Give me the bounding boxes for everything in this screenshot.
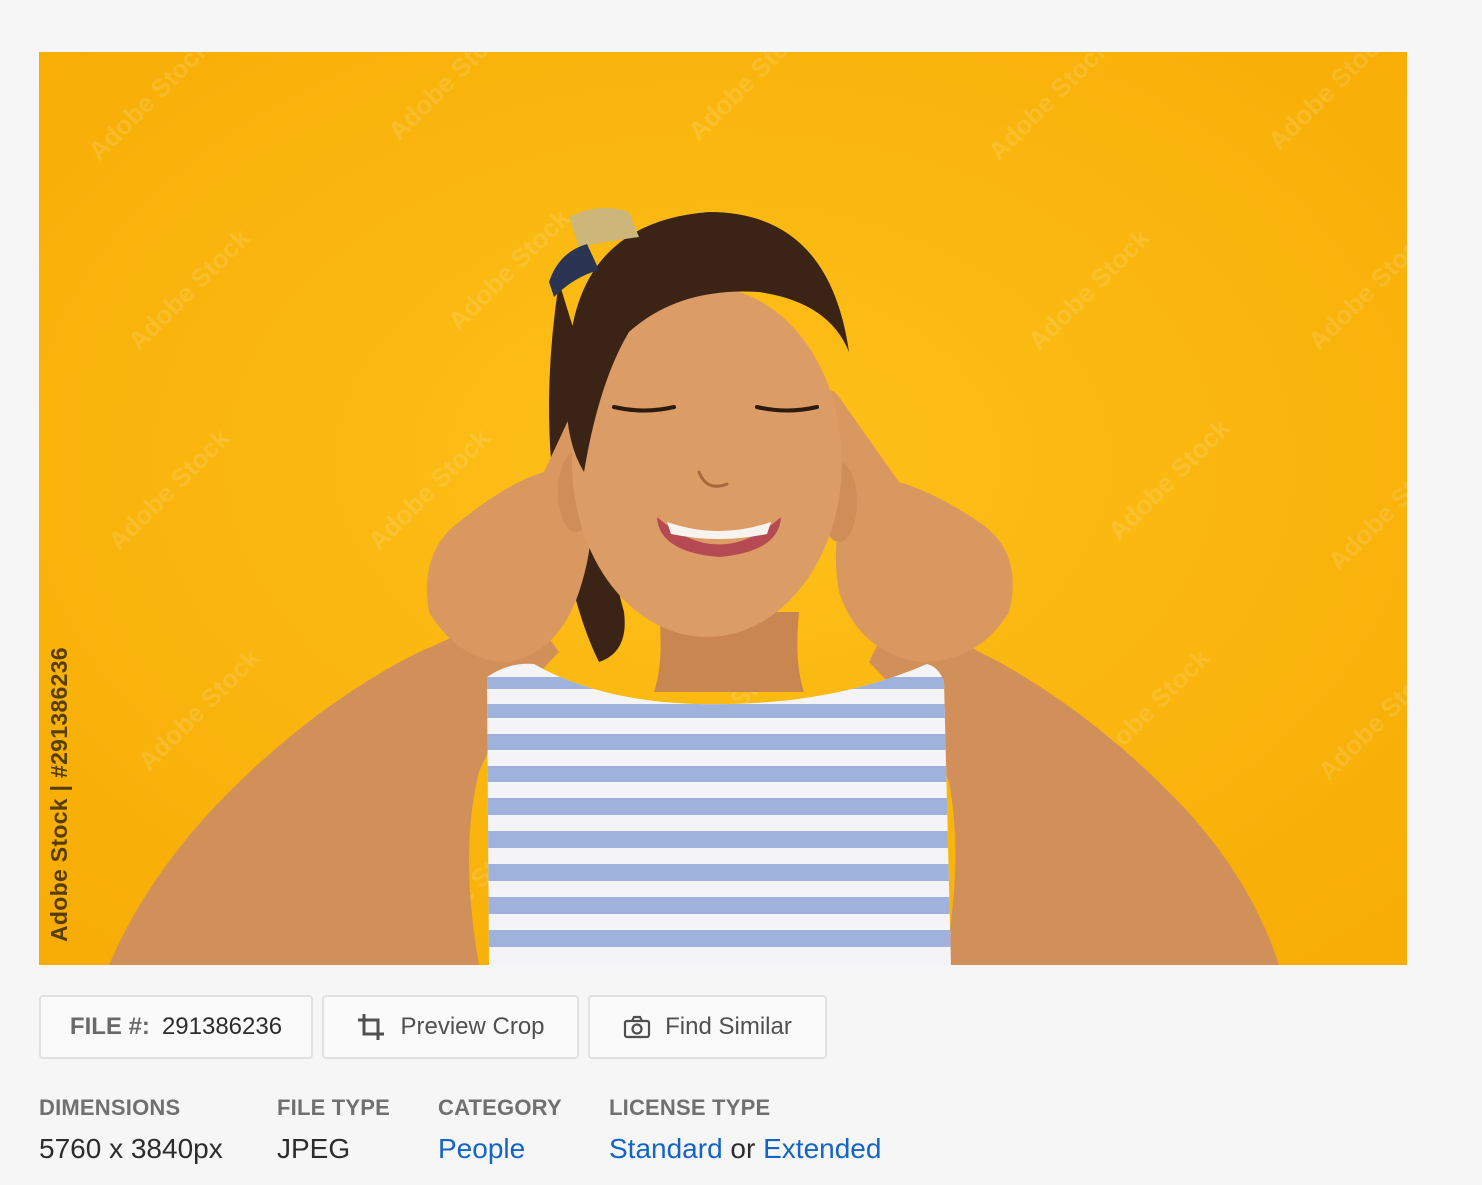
preview-crop-button[interactable]: Preview Crop — [322, 995, 579, 1059]
file-number-label: FILE #: — [69, 1013, 150, 1040]
find-similar-label: Find Similar — [665, 1013, 792, 1040]
asset-preview-image[interactable]: Adobe Stock Adobe Stock Adobe Stock Adob… — [39, 52, 1407, 965]
file-type-value: JPEG — [277, 1133, 351, 1164]
file-type-detail: FILE TYPE JPEG — [277, 1095, 390, 1165]
crop-icon — [356, 1012, 386, 1042]
preview-crop-label: Preview Crop — [400, 1013, 545, 1040]
license-type-label: LICENSE TYPE — [609, 1095, 771, 1120]
asset-id-watermark: Adobe Stock | #291386236 — [46, 647, 72, 942]
dimensions-value: 5760 x 3840px — [39, 1133, 223, 1164]
dimensions-detail: DIMENSIONS 5760 x 3840px — [39, 1095, 223, 1165]
file-type-label: FILE TYPE — [277, 1095, 391, 1120]
preview-illustration: Adobe Stock Adobe Stock Adobe Stock Adob… — [39, 52, 1407, 965]
license-extended-link[interactable]: Extended — [763, 1133, 881, 1164]
stock-asset-detail: Adobe Stock Adobe Stock Adobe Stock Adob… — [0, 0, 1482, 1185]
license-standard-link[interactable]: Standard — [609, 1133, 723, 1164]
file-number-box[interactable]: FILE #: 291386236 — [39, 995, 313, 1059]
license-type-detail: LICENSE TYPE Standard or Extended — [609, 1095, 881, 1165]
dimensions-label: DIMENSIONS — [39, 1095, 181, 1120]
category-detail: CATEGORY People — [438, 1095, 562, 1165]
category-link-people[interactable]: People — [438, 1133, 525, 1164]
file-number-value: 291386236 — [161, 1013, 283, 1040]
category-label: CATEGORY — [438, 1095, 562, 1120]
camera-icon — [623, 1015, 651, 1039]
license-or-text: or — [730, 1133, 756, 1164]
find-similar-button[interactable]: Find Similar — [588, 995, 827, 1059]
